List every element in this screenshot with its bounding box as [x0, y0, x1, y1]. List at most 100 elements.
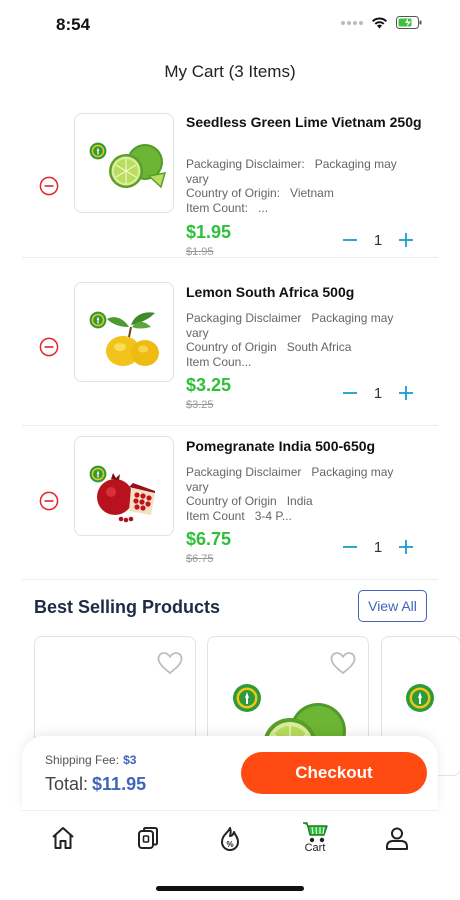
battery-icon [396, 16, 422, 29]
detail-row: vary [186, 172, 426, 187]
item-original-price: $6.75 [186, 553, 214, 565]
heart-icon[interactable] [157, 651, 183, 675]
tab-categories[interactable] [133, 825, 163, 855]
product-thumbnail[interactable] [74, 282, 174, 382]
decrease-quantity-button[interactable] [340, 383, 360, 403]
order-total: Total: $11.95 [45, 774, 146, 795]
detail-key: Country of Origin [186, 494, 277, 508]
detail-key: Country of Origin: [186, 186, 281, 200]
quantity-value: 1 [373, 384, 383, 402]
detail-row: Item Count 3-4 P... [186, 509, 426, 524]
detail-row: vary [186, 326, 426, 341]
categories-icon [138, 827, 158, 849]
lemon-image [106, 312, 159, 366]
page-title: My Cart (3 Items) [164, 62, 296, 81]
best-selling-title: Best Selling Products [34, 597, 221, 617]
total-value: $11.95 [92, 774, 147, 794]
quality-badge-icon [233, 684, 261, 712]
increase-quantity-button[interactable] [396, 230, 416, 250]
quantity-stepper: 1 [340, 537, 416, 557]
remove-item-button[interactable] [39, 176, 59, 196]
shipping-fee-label: Shipping Fee: [45, 753, 120, 767]
item-title[interactable]: Seedless Green Lime Vietnam 250g [186, 114, 426, 131]
status-time: 8:54 [56, 15, 91, 34]
item-details: Packaging Disclaimer Packaging may vary Cou… [186, 311, 426, 369]
total-label: Total: [45, 774, 89, 794]
quantity-stepper: 1 [340, 383, 416, 403]
detail-value: 3-4 P... [254, 508, 292, 523]
shipping-fee-value: $3 [123, 753, 137, 767]
remove-item-button[interactable] [39, 491, 59, 511]
decrease-quantity-button[interactable] [340, 230, 360, 250]
increase-quantity-button[interactable] [396, 383, 416, 403]
cart-item: Seedless Green Lime Vietnam 250g Packagi… [22, 102, 438, 258]
home-indicator [156, 886, 304, 891]
item-details: Packaging Disclaimer: Packaging may vary Co… [186, 157, 426, 215]
heart-icon[interactable] [330, 651, 356, 675]
product-thumbnail[interactable] [74, 113, 174, 213]
detail-value: Vietnam [290, 186, 334, 200]
detail-value: India [286, 494, 313, 508]
view-all-button[interactable]: View All [358, 590, 427, 622]
home-icon [52, 827, 74, 849]
item-price: $3.25 [186, 375, 232, 395]
status-bar: 8:54 [0, 0, 460, 48]
detail-row: Packaging Disclaimer: Packaging may [186, 157, 426, 172]
tab-cart-label: Cart [304, 842, 326, 854]
detail-value: South Africa [286, 340, 352, 354]
detail-value: Packaging may [314, 157, 397, 171]
svg-text:%: % [226, 840, 233, 849]
quantity-stepper: 1 [340, 230, 416, 250]
detail-key: vary [186, 479, 209, 494]
tab-profile[interactable] [382, 825, 412, 855]
quantity-value: 1 [373, 538, 383, 556]
item-price: $1.95 [186, 222, 232, 242]
detail-row: Item Coun... [186, 355, 426, 370]
tab-home[interactable] [48, 825, 78, 855]
detail-key: Item Count: [186, 200, 249, 215]
detail-value: Packaging may [311, 311, 394, 325]
profile-icon [386, 827, 408, 850]
status-icons [341, 16, 422, 29]
detail-row: Packaging Disclaimer Packaging may [186, 311, 426, 326]
tab-deals[interactable]: % [215, 825, 245, 855]
item-original-price: $1.95 [186, 246, 214, 258]
pomegranate-image [97, 473, 155, 523]
detail-key: vary [186, 325, 209, 340]
quality-badge-icon [406, 684, 434, 712]
detail-value: ... [258, 200, 269, 215]
checkout-button[interactable]: Checkout [241, 752, 427, 794]
detail-key: Packaging Disclaimer [186, 465, 302, 479]
tab-bar: % Cart [22, 810, 438, 866]
detail-key: Packaging Disclaimer [186, 311, 302, 325]
item-price: $6.75 [186, 529, 232, 549]
detail-row: Packaging Disclaimer Packaging may [186, 465, 426, 480]
product-thumbnail[interactable] [74, 436, 174, 536]
detail-value: Packaging may [311, 465, 394, 479]
increase-quantity-button[interactable] [396, 537, 416, 557]
item-title[interactable]: Pomegranate India 500-650g [186, 438, 426, 455]
tab-cart[interactable]: Cart [297, 820, 333, 860]
item-title[interactable]: Lemon South Africa 500g [186, 284, 426, 301]
detail-row: Item Count:... [186, 201, 426, 216]
detail-row: vary [186, 480, 426, 495]
detail-key: Packaging Disclaimer: [186, 157, 305, 171]
detail-key: Item Count [186, 508, 245, 523]
cart-icon [303, 822, 328, 843]
signal-icon [341, 20, 363, 25]
detail-row: Country of Origin India [186, 494, 426, 509]
lime-image [109, 144, 167, 189]
deals-icon: % [221, 827, 239, 851]
shipping-fee: Shipping Fee: $3 [45, 753, 136, 767]
detail-row: Country of Origin South Africa [186, 340, 426, 355]
item-details: Packaging Disclaimer Packaging may vary Cou… [186, 465, 426, 523]
detail-row: Country of Origin: Vietnam [186, 186, 426, 201]
decrease-quantity-button[interactable] [340, 537, 360, 557]
detail-key: Country of Origin [186, 340, 277, 354]
detail-key: vary [186, 171, 209, 186]
quantity-value: 1 [373, 231, 383, 249]
detail-key: Item Coun... [186, 354, 252, 369]
remove-item-button[interactable] [39, 337, 59, 357]
checkout-panel: Shipping Fee: $3 Total: $11.95 Checkout [22, 736, 438, 810]
cart-item: Pomegranate India 500-650g Packaging Dis… [22, 424, 438, 580]
